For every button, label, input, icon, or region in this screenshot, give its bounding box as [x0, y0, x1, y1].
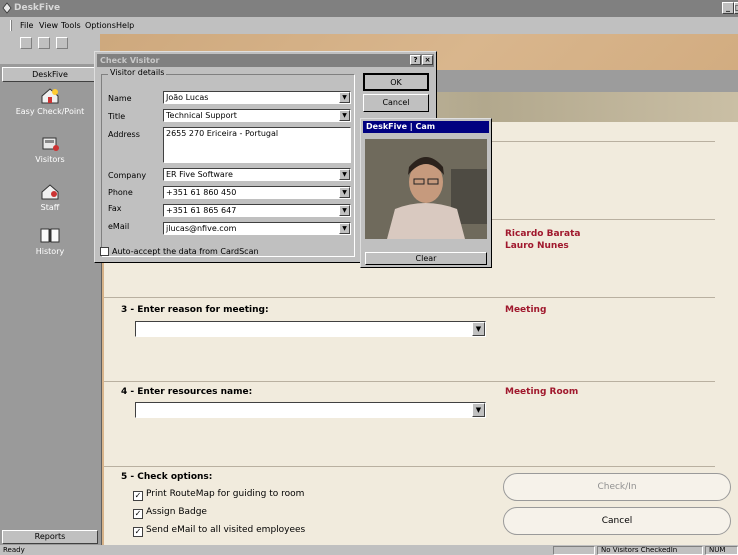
menu-bar: File View Tools Options Help: [0, 17, 738, 34]
autoaccept-checkbox[interactable]: Auto-accept the data from CardScan: [100, 247, 259, 256]
header-strip: [436, 70, 738, 92]
chevron-down-icon[interactable]: ▼: [472, 322, 485, 336]
history-icon: [40, 228, 60, 243]
menu-help[interactable]: Help: [116, 21, 134, 30]
chevron-down-icon[interactable]: ▼: [339, 187, 350, 198]
easy-check-icon: [41, 88, 59, 104]
sidebar-item-label: Staff: [40, 203, 60, 212]
divider: [104, 466, 715, 467]
divider: [490, 219, 715, 220]
divider: [104, 297, 715, 298]
menu-tools[interactable]: Tools: [61, 21, 81, 30]
chevron-down-icon[interactable]: ▼: [339, 92, 350, 103]
status-panel: [553, 546, 595, 555]
chevron-down-icon[interactable]: ▼: [339, 223, 350, 234]
staff-name-1: Ricardo Barata: [505, 229, 581, 239]
step5-label: 5 - Check options:: [121, 472, 213, 482]
menu-options[interactable]: Options: [85, 21, 116, 30]
cancel-button[interactable]: Cancel: [503, 507, 731, 535]
staff-icon: [41, 184, 59, 200]
dialog-title-bar: Check Visitor ? ×: [97, 54, 434, 67]
status-num: NUM: [705, 546, 738, 555]
chevron-down-icon[interactable]: ▼: [339, 169, 350, 180]
name-label: Name: [108, 94, 132, 103]
email-field[interactable]: jlucas@nfive.com ▼: [163, 222, 351, 235]
sidebar-footer-reports[interactable]: Reports: [2, 530, 98, 544]
checkbox-checked[interactable]: ✓: [133, 527, 143, 537]
step3-label: 3 - Enter reason for meeting:: [121, 305, 269, 315]
status-bar: Ready No Visitors CheckedIn NUM: [0, 545, 738, 555]
option-send-email[interactable]: ✓ Send eMail to all visited employees: [133, 525, 305, 537]
app-title-bar: DeskFive _ □: [0, 0, 738, 17]
step4-label: 4 - Enter resources name:: [121, 387, 253, 397]
ok-button[interactable]: OK: [363, 73, 429, 91]
email-label: eMail: [108, 222, 130, 231]
print-icon[interactable]: [20, 37, 32, 49]
remove-icon[interactable]: [56, 37, 68, 49]
step4-summary: Meeting Room: [505, 387, 579, 397]
phone-field[interactable]: +351 61 860 450 ▼: [163, 186, 351, 199]
staff-name-2: Lauro Nunes: [505, 241, 569, 251]
help-icon[interactable]: ?: [410, 55, 421, 65]
menu-view[interactable]: View: [39, 21, 58, 30]
fax-label: Fax: [108, 204, 122, 213]
dialog-cancel-button[interactable]: Cancel: [363, 94, 429, 112]
clear-button[interactable]: Clear: [365, 252, 487, 265]
restore-button[interactable]: □: [734, 2, 738, 14]
cam-title: DeskFive | Cam: [363, 121, 489, 133]
checkbox-unchecked[interactable]: [100, 247, 109, 256]
step3-summary: Meeting: [505, 305, 547, 315]
status-text: Ready: [3, 546, 25, 554]
app-logo-icon: [2, 2, 12, 14]
app-title: DeskFive: [14, 3, 61, 13]
sidebar-item-staff[interactable]: Staff: [0, 182, 100, 212]
company-label: Company: [108, 171, 147, 180]
option-print-routemap[interactable]: ✓ Print RouteMap for guiding to room: [133, 489, 304, 501]
title-field[interactable]: Technical Support ▼: [163, 109, 351, 122]
resource-name-select[interactable]: ▼: [135, 402, 486, 418]
sidebar-item-label: Easy Check/Point: [15, 107, 85, 116]
checkbox-checked[interactable]: ✓: [133, 491, 143, 501]
sidebar-item-easy-check[interactable]: Easy Check/Point: [0, 86, 100, 116]
menu-file[interactable]: File: [20, 21, 33, 30]
webcam-image: [365, 139, 487, 239]
cam-window: DeskFive | Cam Clear: [360, 118, 492, 268]
sidebar-item-history[interactable]: History: [0, 226, 100, 256]
status-visitors: No Visitors CheckedIn: [597, 546, 703, 555]
menu-grip: [10, 20, 12, 31]
dialog-title: Check Visitor: [100, 56, 160, 65]
phone-label: Phone: [108, 188, 133, 197]
checkin-button[interactable]: Check/In: [503, 473, 731, 501]
sidebar-item-label: Visitors: [35, 155, 65, 164]
minimize-button[interactable]: _: [722, 2, 734, 14]
address-label: Address: [108, 130, 140, 139]
title-label: Title: [108, 112, 126, 121]
divider: [490, 141, 715, 142]
address-field[interactable]: 2655 270 Ericeira - Portugal: [163, 127, 351, 163]
fax-field[interactable]: +351 61 865 647 ▼: [163, 204, 351, 217]
sidebar-item-visitors[interactable]: Visitors: [0, 134, 100, 164]
meeting-reason-select[interactable]: ▼: [135, 321, 486, 337]
company-field[interactable]: ER Five Software ▼: [163, 168, 351, 181]
chevron-down-icon[interactable]: ▼: [472, 403, 485, 417]
sidebar-item-label: History: [35, 247, 65, 256]
chevron-down-icon[interactable]: ▼: [339, 205, 350, 216]
sidebar: DeskFive Easy Check/Point Visitors Staff…: [0, 64, 102, 545]
add-icon[interactable]: [38, 37, 50, 49]
name-field[interactable]: João Lucas ▼: [163, 91, 351, 104]
option-assign-badge[interactable]: ✓ Assign Badge: [133, 507, 207, 519]
sidebar-header[interactable]: DeskFive: [2, 67, 98, 82]
person-photo: [365, 139, 487, 239]
close-icon[interactable]: ×: [422, 55, 433, 65]
divider: [104, 381, 715, 382]
toolbar: [0, 34, 100, 64]
chevron-down-icon[interactable]: ▼: [339, 110, 350, 121]
visitor-details-group: Visitor details Name João Lucas ▼ Title T…: [101, 68, 355, 257]
checkbox-checked[interactable]: ✓: [133, 509, 143, 519]
visitors-icon: [42, 137, 59, 151]
group-legend: Visitor details: [108, 68, 167, 77]
